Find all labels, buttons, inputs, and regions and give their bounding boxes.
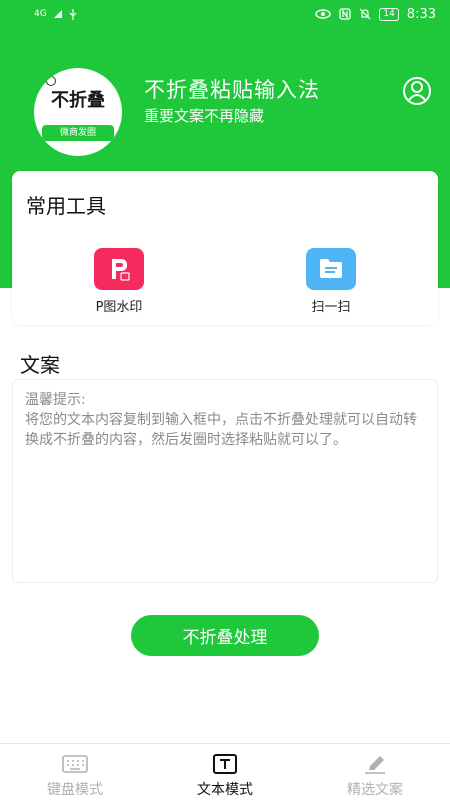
p-watermark-icon — [94, 248, 144, 290]
bottom-tab-bar: 键盘模式 文本模式 精选文案 — [0, 743, 450, 800]
logo-text: 不折叠 — [51, 90, 105, 111]
pencil-icon — [365, 756, 385, 774]
scan-icon — [306, 248, 356, 290]
copy-section-title: 文案 — [20, 353, 60, 377]
clock: 8:33 — [406, 6, 436, 22]
status-right: 14 8:33 — [315, 7, 436, 22]
user-icon[interactable] — [402, 76, 432, 106]
tab-selected-copy[interactable]: 精选文案 — [300, 744, 450, 800]
app-subtitle: 重要文案不再隐藏 — [144, 107, 265, 125]
eye-icon — [315, 9, 332, 19]
tab-text-mode[interactable]: 文本模式 — [150, 744, 300, 800]
usb-icon — [69, 8, 77, 20]
p-watermark-tool[interactable]: P图水印 — [69, 248, 169, 315]
app-logo: 不折叠 微商发圈 — [34, 68, 122, 156]
unfold-process-button[interactable]: 不折叠处理 — [131, 615, 319, 656]
scan-label: 扫一扫 — [311, 300, 351, 315]
nfc-icon — [339, 8, 351, 20]
tab-keyboard-mode[interactable]: 键盘模式 — [0, 744, 150, 800]
tab-keyboard-mode-label: 键盘模式 — [47, 782, 103, 798]
app-title: 不折叠粘贴输入法 — [144, 78, 320, 102]
logo-subtext: 微商发圈 — [42, 125, 114, 141]
status-left: 4G — [34, 8, 77, 20]
text-icon — [213, 754, 237, 774]
copy-text-box — [12, 379, 438, 583]
copy-text-input[interactable] — [25, 390, 425, 572]
tools-title: 常用工具 — [26, 194, 106, 218]
p-watermark-label: P图水印 — [95, 300, 143, 315]
network-indicator: 4G — [34, 9, 47, 19]
logo-seal-icon — [46, 76, 56, 86]
battery-level: 14 — [379, 7, 399, 21]
scan-tool[interactable]: 扫一扫 — [281, 248, 381, 315]
tab-selected-copy-label: 精选文案 — [347, 782, 403, 798]
status-bar: 4G 14 8:33 — [0, 0, 450, 28]
mute-icon — [359, 8, 371, 20]
keyboard-icon — [62, 755, 88, 773]
tab-text-mode-label: 文本模式 — [197, 782, 253, 798]
signal-icon — [53, 10, 62, 18]
